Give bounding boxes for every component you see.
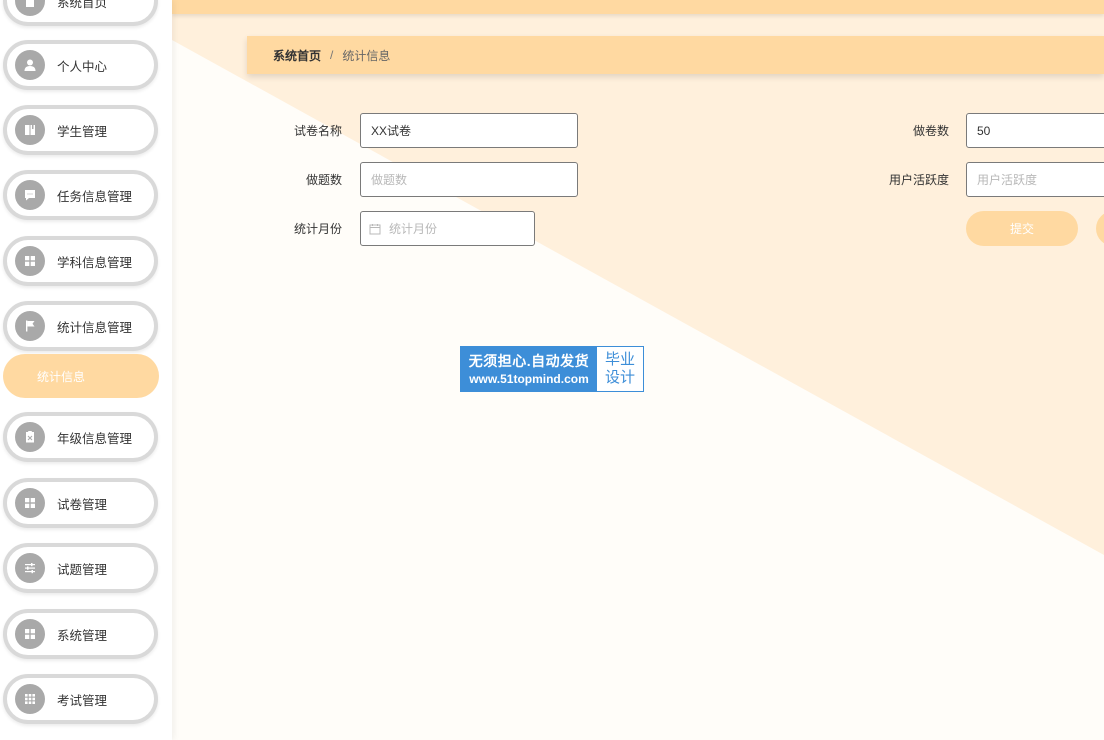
sidebar-item-system-management[interactable]: 系统管理 — [3, 609, 158, 659]
sidebar-item-label: 考试管理 — [57, 693, 108, 708]
watermark-slogan: 无须担心.自动发货 — [468, 352, 590, 369]
calendar-icon — [369, 223, 381, 235]
papers-done-input[interactable] — [966, 113, 1104, 148]
sidebar-item-statistics-management[interactable]: 统计信息管理 — [3, 301, 158, 351]
submit-button[interactable]: 提交 — [966, 211, 1078, 246]
user-icon — [15, 50, 45, 80]
message-icon — [15, 180, 45, 210]
sidebar-item-home[interactable]: 系统首页 — [3, 0, 158, 26]
sidebar-item-label: 学生管理 — [57, 124, 108, 139]
breadcrumb-separator: / — [330, 48, 334, 62]
sidebar-subitem-label: 统计信息 — [37, 369, 86, 384]
sidebar-subitem-statistics-info[interactable]: 统计信息 — [3, 354, 159, 398]
watermark-left: 无须担心.自动发货 www.51topmind.com — [461, 347, 597, 391]
stat-month-input[interactable] — [387, 220, 531, 237]
sidebar-item-grade-management[interactable]: 年级信息管理 — [3, 412, 158, 462]
app-page: 系统首页 个人中心 学生管理 任务信息管理 学科信息管理 统计信息管理 统计信息… — [0, 0, 1104, 740]
stat-month-date-picker[interactable] — [360, 211, 535, 246]
sidebar-item-label: 学科信息管理 — [57, 255, 133, 270]
grid-icon — [15, 246, 45, 276]
questions-done-input[interactable] — [360, 162, 578, 197]
user-activity-input[interactable] — [966, 162, 1104, 197]
clipboard-icon — [15, 422, 45, 452]
sidebar: 系统首页 个人中心 学生管理 任务信息管理 学科信息管理 统计信息管理 统计信息… — [0, 0, 172, 740]
apps-icon — [15, 684, 45, 714]
papers-done-label: 做卷数 — [912, 124, 949, 138]
watermark-right-line2: 设计 — [604, 369, 635, 386]
stat-month-label: 统计月份 — [293, 222, 342, 236]
paper-name-label: 试卷名称 — [293, 124, 342, 138]
sidebar-item-label: 统计信息管理 — [57, 320, 133, 335]
sidebar-item-subject-management[interactable]: 学科信息管理 — [3, 236, 158, 286]
sidebar-item-label: 个人中心 — [57, 59, 108, 74]
sidebar-item-paper-management[interactable]: 试卷管理 — [3, 478, 158, 528]
sidebar-item-label: 年级信息管理 — [57, 431, 133, 446]
sidebar-item-student-management[interactable]: 学生管理 — [3, 105, 158, 155]
sidebar-item-label: 系统管理 — [57, 628, 108, 643]
breadcrumb-current: 统计信息 — [342, 48, 391, 63]
watermark-url: www.51topmind.com — [469, 371, 589, 386]
watermark-right-line1: 毕业 — [604, 351, 635, 368]
home-icon — [15, 0, 45, 16]
sidebar-item-label: 任务信息管理 — [57, 189, 133, 204]
grid-icon — [15, 488, 45, 518]
watermark-stamp: 无须担心.自动发货 www.51topmind.com 毕业 设计 — [460, 346, 644, 392]
sidebar-item-label: 试题管理 — [57, 562, 108, 577]
watermark-right: 毕业 设计 — [597, 347, 643, 391]
sidebar-item-question-management[interactable]: 试题管理 — [3, 543, 158, 593]
sliders-icon — [15, 553, 45, 583]
breadcrumb: 系统首页 / 统计信息 — [247, 36, 1104, 74]
flag-icon — [15, 311, 45, 341]
sidebar-item-label: 系统首页 — [57, 0, 108, 10]
top-header-bar — [172, 0, 1104, 14]
questions-done-label: 做题数 — [305, 173, 342, 187]
sidebar-item-task-management[interactable]: 任务信息管理 — [3, 170, 158, 220]
breadcrumb-home-link[interactable]: 系统首页 — [273, 47, 321, 64]
paper-name-input[interactable] — [360, 113, 578, 148]
sidebar-item-personal-center[interactable]: 个人中心 — [3, 40, 158, 90]
grid-icon — [15, 619, 45, 649]
user-activity-label: 用户活跃度 — [888, 173, 949, 187]
sidebar-item-label: 试卷管理 — [57, 497, 108, 512]
book-icon — [15, 115, 45, 145]
sidebar-item-exam-management[interactable]: 考试管理 — [3, 674, 158, 724]
